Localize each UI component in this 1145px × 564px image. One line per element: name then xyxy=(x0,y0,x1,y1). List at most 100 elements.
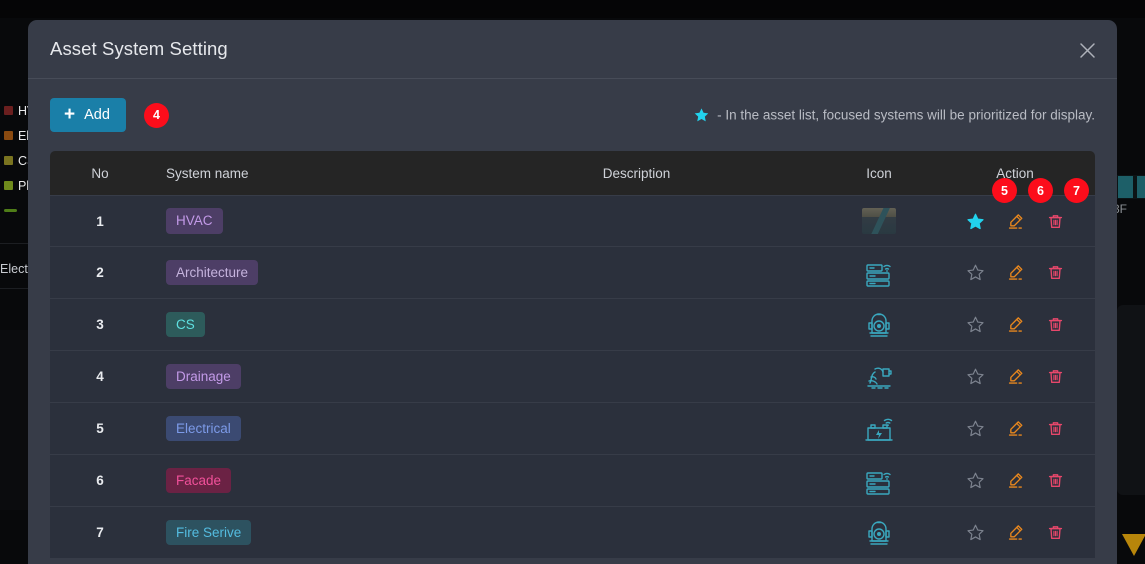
column-header-description: Description xyxy=(602,165,671,181)
legend-item xyxy=(0,198,30,223)
server-rack-wifi-icon xyxy=(866,263,891,287)
table-row[interactable]: 3 CS xyxy=(50,299,1095,351)
background-divider xyxy=(0,288,30,289)
pencil-edit-icon[interactable] xyxy=(1004,210,1026,232)
legend-item: Electrical xyxy=(0,123,30,148)
star-icon[interactable] xyxy=(964,262,986,284)
annotation-badge-6: 6 xyxy=(1028,178,1053,203)
cell-row-number: 3 xyxy=(96,317,104,332)
cell-system-name: HVAC xyxy=(150,208,450,234)
table-row[interactable]: 6 Facade xyxy=(50,455,1095,507)
cell-system-icon xyxy=(823,256,935,290)
cell-system-name: Architecture xyxy=(150,259,450,286)
legend-item: HVAC xyxy=(0,98,30,123)
cell-actions xyxy=(935,470,1095,492)
legend-swatch-cs xyxy=(4,156,13,165)
modal-header: Asset System Setting xyxy=(28,20,1117,79)
plus-icon: + xyxy=(64,103,76,125)
background-divider xyxy=(0,243,30,244)
legend-dash-icon xyxy=(4,209,17,212)
table-row[interactable]: 1 HVAC xyxy=(50,195,1095,247)
table-body: 1 HVAC 2 Architecture 3 CS 4 Drainage 5 Electrica… xyxy=(50,195,1095,559)
star-filled-icon xyxy=(694,108,709,122)
background-teal-bar-right xyxy=(1137,176,1145,198)
asset-system-setting-modal: Asset System Setting + Add 4 - In the as… xyxy=(28,20,1117,564)
cell-row-number: 1 xyxy=(96,213,104,229)
table-row[interactable]: 7 Fire Serive xyxy=(50,507,1095,559)
fire-hydrant-icon xyxy=(868,520,890,545)
legend-swatch-electrical xyxy=(4,131,13,140)
pencil-edit-icon[interactable] xyxy=(1004,470,1026,492)
status-badge: Electrical xyxy=(166,415,241,442)
table-row[interactable]: 4 Drainage xyxy=(50,351,1095,403)
server-rack-wifi-icon xyxy=(866,471,891,495)
cell-system-icon xyxy=(823,516,935,550)
table-header-row: No System name Description Icon Action 5… xyxy=(50,151,1095,203)
table-row[interactable]: 2 Architecture xyxy=(50,247,1095,299)
cell-row-number: 2 xyxy=(96,265,104,280)
status-badge: CS xyxy=(166,311,205,338)
trash-icon[interactable] xyxy=(1044,262,1066,284)
trash-icon[interactable] xyxy=(1044,470,1066,492)
cell-actions xyxy=(935,262,1095,284)
toolbar: + Add 4 - In the asset list, focused sys… xyxy=(50,97,1095,133)
focus-notice: - In the asset list, focused systems wil… xyxy=(693,107,1095,124)
star-icon[interactable] xyxy=(964,522,986,544)
cell-system-name: Electrical xyxy=(150,415,450,442)
pencil-edit-icon[interactable] xyxy=(1004,522,1026,544)
cell-actions xyxy=(935,522,1095,544)
background-topbar xyxy=(0,0,1145,18)
add-button[interactable]: + Add xyxy=(50,98,126,132)
background-dark-block xyxy=(1117,305,1145,495)
star-icon[interactable] xyxy=(964,366,986,388)
cell-system-icon xyxy=(823,208,935,234)
cell-row-number: 6 xyxy=(96,473,104,488)
status-badge: HVAC xyxy=(166,208,223,234)
pencil-edit-icon[interactable] xyxy=(1004,262,1026,284)
trash-icon[interactable] xyxy=(1044,522,1066,544)
cell-actions xyxy=(935,418,1095,440)
cell-actions xyxy=(935,314,1095,336)
status-badge: Architecture xyxy=(166,259,259,286)
column-header-system-name: System name xyxy=(166,165,249,181)
asset-system-table: No System name Description Icon Action 5… xyxy=(50,151,1095,559)
drain-pump-icon xyxy=(867,367,892,389)
background-teal-bar-left xyxy=(1118,176,1133,198)
cell-system-icon xyxy=(823,360,935,394)
page-title: Asset System Setting xyxy=(50,38,228,59)
cell-system-name: Drainage xyxy=(150,363,450,390)
cell-system-name: CS xyxy=(150,311,450,338)
column-header-icon: Icon xyxy=(866,165,892,181)
star-icon[interactable] xyxy=(964,470,986,492)
pencil-edit-icon[interactable] xyxy=(1004,314,1026,336)
pencil-edit-icon[interactable] xyxy=(1004,366,1026,388)
cell-system-name: Facade xyxy=(150,467,450,494)
focus-notice-text: - In the asset list, focused systems wil… xyxy=(717,107,1095,123)
modal-body: + Add 4 - In the asset list, focused sys… xyxy=(28,79,1117,559)
status-badge: Drainage xyxy=(166,363,241,390)
legend-swatch-plumbing xyxy=(4,181,13,190)
background-amber-marker-icon xyxy=(1122,534,1145,556)
legend-swatch-hvac xyxy=(4,106,13,115)
background-lower-zone xyxy=(0,330,30,510)
pencil-edit-icon[interactable] xyxy=(1004,418,1026,440)
trash-icon[interactable] xyxy=(1044,210,1066,232)
cell-actions xyxy=(935,366,1095,388)
table-row[interactable]: 5 Electrical xyxy=(50,403,1095,455)
star-icon[interactable] xyxy=(964,314,986,336)
annotation-badge-7: 7 xyxy=(1064,178,1089,203)
trash-icon[interactable] xyxy=(1044,314,1066,336)
cell-actions xyxy=(935,210,1095,232)
trash-icon[interactable] xyxy=(1044,418,1066,440)
cell-system-icon xyxy=(823,464,935,498)
trash-icon[interactable] xyxy=(1044,366,1066,388)
annotation-badge-5: 5 xyxy=(992,178,1017,203)
add-button-label: Add xyxy=(84,107,110,123)
status-badge: Facade xyxy=(166,467,232,494)
star-icon[interactable] xyxy=(964,418,986,440)
cell-system-icon xyxy=(823,412,935,446)
background-legend: HVAC Electrical CS Plumbing xyxy=(0,98,30,223)
legend-item: CS xyxy=(0,148,30,173)
star-icon[interactable] xyxy=(964,210,986,232)
close-icon[interactable] xyxy=(1071,34,1103,66)
